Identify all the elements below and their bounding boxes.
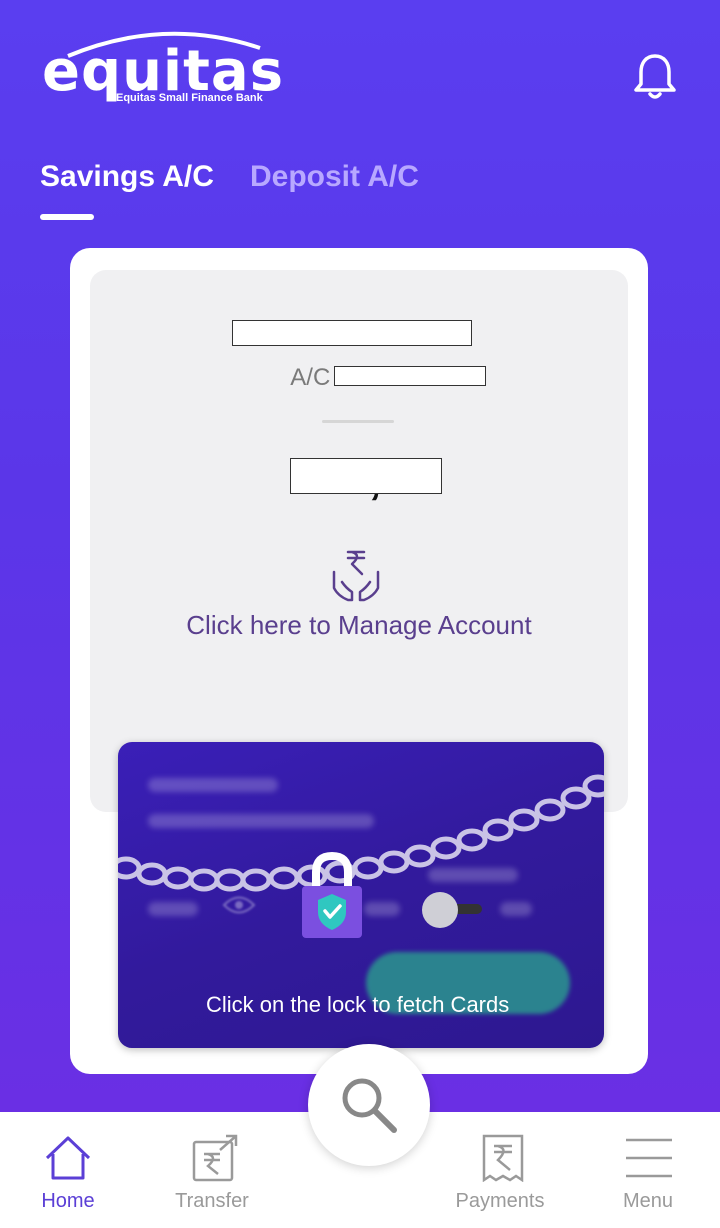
tab-deposit[interactable]: Deposit A/C [250,160,419,194]
equitas-logo: equitas Equitas Small Finance Bank [42,26,283,110]
logo-subtitle: Equitas Small Finance Bank [116,92,263,104]
rupee-hands-icon[interactable] [328,548,384,604]
redaction-box [334,366,486,386]
nav-transfer-label: Transfer [175,1190,249,1212]
search-button[interactable] [308,1044,430,1166]
blurred-text [148,902,198,916]
search-icon [342,1078,397,1133]
header-hero: equitas Equitas Small Finance Bank Savin… [0,0,720,1112]
blurred-text [500,902,532,916]
nav-transfer[interactable]: Transfer [152,1112,272,1228]
eye-icon [222,896,256,914]
tab-savings[interactable]: Savings A/C [40,160,214,194]
account-summary: UI AN A/C No. 10 9 ₹ 1, 3 [90,270,628,812]
active-tab-indicator [40,214,94,220]
blurred-toggle-knob [422,892,458,928]
nav-payments-label: Payments [455,1190,545,1212]
bell-icon[interactable] [632,52,678,102]
lock-message: Click on the lock to fetch Cards [206,992,510,1017]
nav-menu[interactable]: Menu [588,1112,708,1228]
home-icon [45,1136,91,1180]
nav-menu-label: Menu [622,1190,674,1212]
nav-payments[interactable]: Payments [440,1112,560,1228]
nav-home-label: Home [41,1190,95,1212]
redaction-box [232,320,472,346]
blurred-text [364,902,400,916]
lock-icon[interactable] [300,850,364,940]
divider [322,420,394,423]
nav-home[interactable]: Home [8,1112,128,1228]
redaction-box [290,458,442,494]
manage-account-link[interactable]: Click here to Manage Account [90,610,628,641]
payments-icon [482,1134,524,1182]
transfer-icon [192,1134,238,1182]
menu-icon [626,1138,672,1178]
account-card: UI AN A/C No. 10 9 ₹ 1, 3 [70,248,648,1074]
locked-cards-panel: Click on the lock to fetch Cards [118,742,604,1048]
